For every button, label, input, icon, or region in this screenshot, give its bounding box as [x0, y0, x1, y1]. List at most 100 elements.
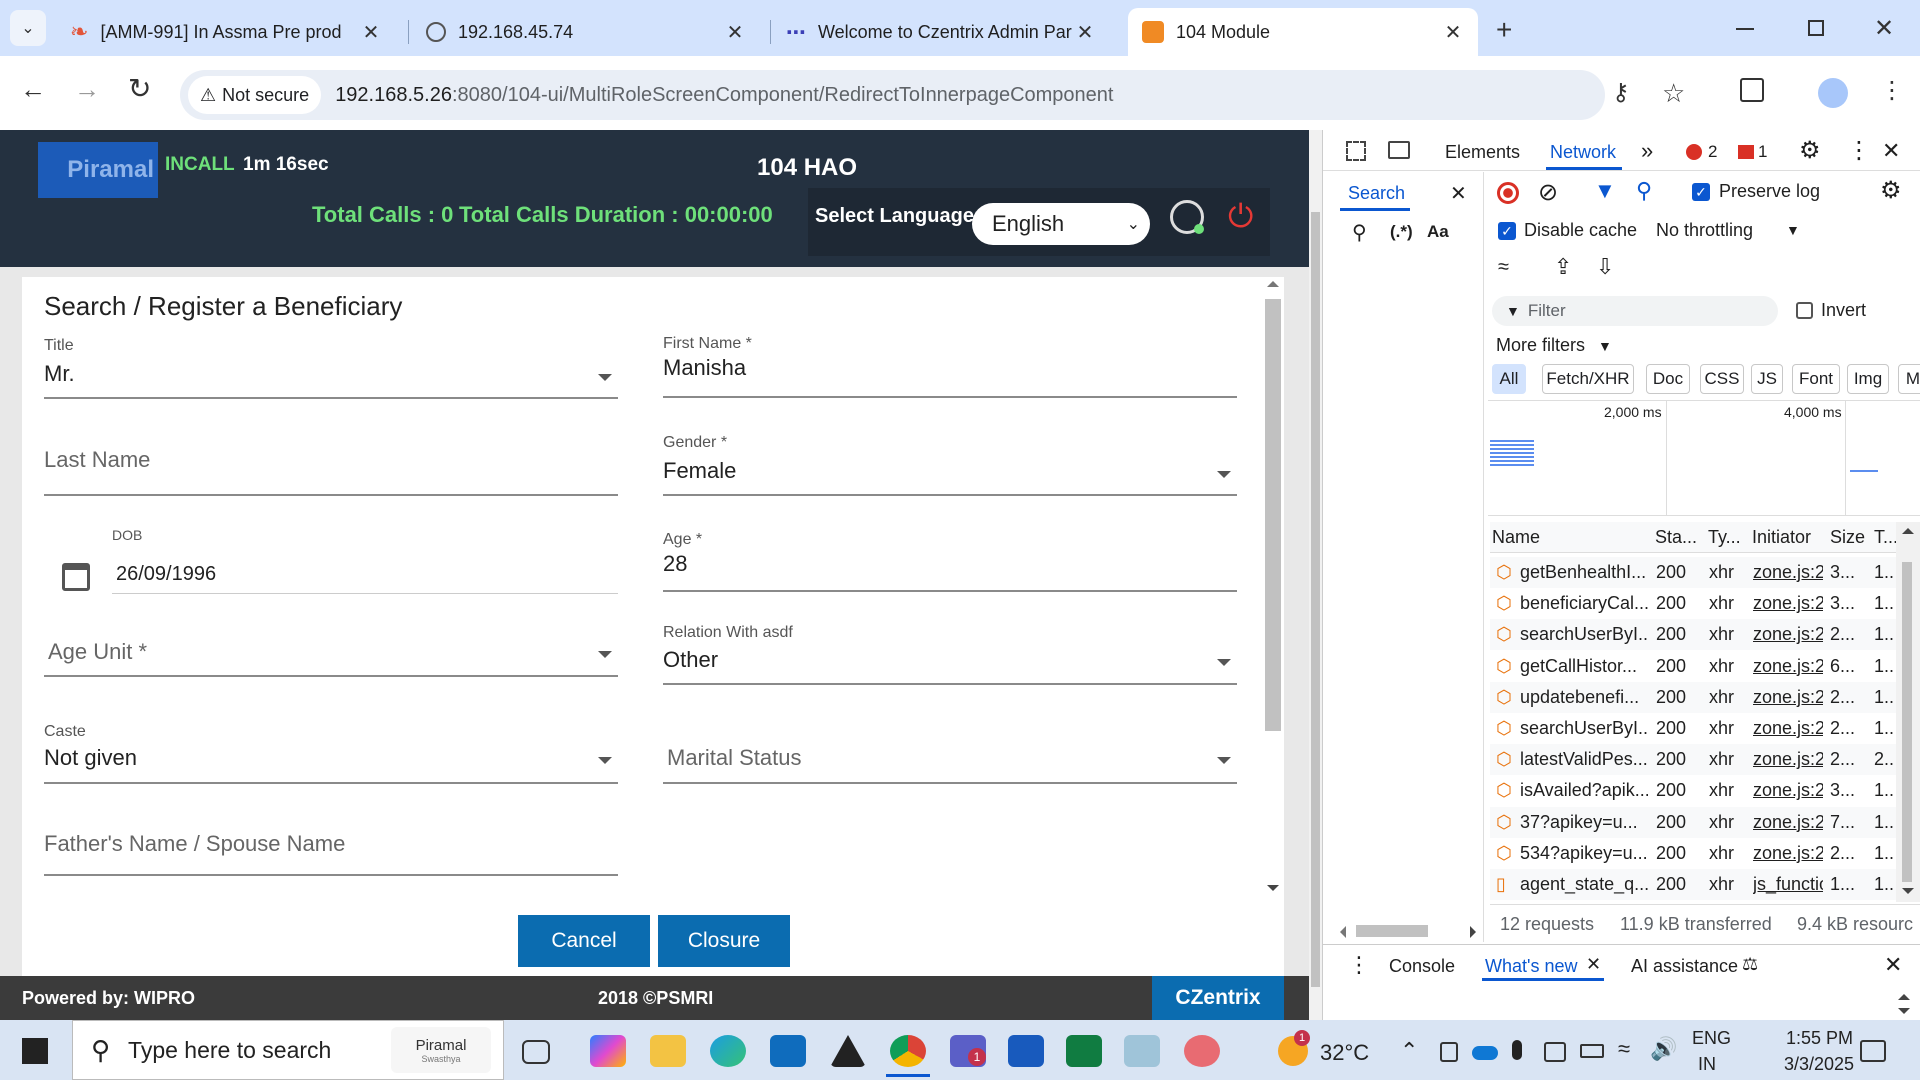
device-toolbar-icon[interactable] [1388, 141, 1410, 159]
volume-icon[interactable]: 🔊 [1650, 1036, 1677, 1062]
cell-initiator[interactable]: zone.js:2 [1753, 593, 1823, 614]
close-devtools-icon[interactable]: ✕ [1882, 138, 1900, 164]
father-spouse-name-input[interactable]: Father's Name / Spouse Name [44, 831, 345, 857]
age-input[interactable]: 28 [663, 551, 687, 577]
cell-initiator[interactable]: zone.js:2 [1753, 812, 1823, 833]
minimize-icon[interactable] [1736, 28, 1754, 30]
notepad-icon[interactable] [1124, 1035, 1160, 1067]
disable-cache-checkbox[interactable]: ✓ [1498, 222, 1516, 240]
cell-initiator[interactable]: zone.js:2 [1753, 687, 1823, 708]
tray-device-icon[interactable] [1544, 1042, 1566, 1062]
notifications-icon[interactable] [1860, 1040, 1886, 1062]
battery-icon[interactable] [1580, 1044, 1604, 1058]
filter-chip-font[interactable]: Font [1792, 364, 1840, 394]
drawer-scroll-up-icon[interactable] [1898, 994, 1910, 1000]
age-unit-select[interactable]: Age Unit * [44, 635, 618, 675]
col-size[interactable]: Size [1830, 527, 1865, 548]
cell-initiator[interactable]: zone.js:2 [1753, 718, 1823, 739]
tab-search-button[interactable]: ⌄ [10, 10, 46, 46]
taskbar-search-box[interactable]: ⚲ Type here to search Piramal Swasthya [72, 1020, 504, 1080]
scroll-down-icon[interactable] [1902, 888, 1914, 894]
settings-gear-icon[interactable]: ⚙ [1799, 136, 1821, 165]
search-icon[interactable]: ⚲ [1352, 220, 1367, 245]
clock-time[interactable]: 1:55 PM [1786, 1028, 1853, 1049]
col-type[interactable]: Ty... [1708, 527, 1741, 548]
cell-initiator[interactable]: zone.js:2 [1753, 656, 1823, 677]
table-row[interactable]: ▯ agent_state_q... 200 xhr js_functio 1... 1..… [1490, 869, 1920, 900]
cell-initiator[interactable]: zone.js:2 [1753, 843, 1823, 864]
language-indicator-1[interactable]: ENG [1692, 1028, 1731, 1049]
dob-input[interactable]: 26/09/1996 [116, 563, 216, 586]
sidebar-hscrollbar[interactable] [1336, 922, 1482, 940]
table-row[interactable]: ⬡ beneficiaryCal... 200 xhr zone.js:2 3... 1..… [1490, 588, 1920, 620]
table-row[interactable]: ⬡ getBenhealthI... 200 xhr zone.js:2 3... 1... [1490, 557, 1920, 588]
gender-select[interactable]: Female [663, 453, 1237, 493]
password-key-icon[interactable]: ⚷ [1612, 78, 1630, 107]
network-search-icon[interactable]: ⚲ [1636, 178, 1652, 204]
last-name-input[interactable]: Last Name [44, 447, 150, 473]
scroll-right-icon[interactable] [1470, 926, 1476, 938]
devtools-menu-icon[interactable]: ⋮ [1847, 136, 1871, 165]
file-explorer-icon[interactable] [650, 1035, 686, 1067]
caste-select[interactable]: Not given [44, 743, 618, 783]
preserve-log-checkbox[interactable]: ✓ [1692, 183, 1710, 201]
security-chip[interactable]: ⚠ Not secure [188, 76, 322, 114]
tab-czentrix[interactable]: ⋯ Welcome to Czentrix Admin Par ✕ [772, 8, 1110, 56]
onedrive-icon[interactable] [1472, 1046, 1498, 1060]
close-icon[interactable]: ✕ [724, 20, 746, 45]
close-window-icon[interactable]: ✕ [1874, 14, 1894, 43]
devtools-tab-elements[interactable]: Elements [1445, 142, 1520, 163]
filter-chip-img[interactable]: Img [1847, 364, 1889, 394]
filter-chip-css[interactable]: CSS [1700, 364, 1744, 394]
marital-status-select[interactable]: Marital Status [663, 743, 1237, 783]
tray-chevron-icon[interactable]: ⌃ [1400, 1038, 1418, 1064]
chrome-icon[interactable] [890, 1035, 926, 1067]
extensions-icon[interactable] [1740, 78, 1764, 102]
snipping-tool-icon[interactable] [1184, 1035, 1220, 1067]
clear-icon[interactable]: ⊘ [1538, 178, 1558, 207]
tab-ip[interactable]: 192.168.45.74 ✕ [412, 8, 760, 56]
calendar-icon[interactable] [62, 563, 90, 591]
close-icon[interactable]: ✕ [1074, 20, 1096, 45]
scroll-left-icon[interactable] [1340, 926, 1346, 938]
close-icon[interactable]: ✕ [1442, 20, 1464, 45]
inspect-element-icon[interactable] [1346, 141, 1366, 161]
throttling-select[interactable]: No throttling [1656, 220, 1753, 241]
closure-button[interactable]: Closure [658, 915, 790, 967]
word-icon[interactable] [1008, 1035, 1044, 1067]
forward-icon[interactable]: → [74, 74, 100, 105]
close-drawer-icon[interactable]: ✕ [1884, 952, 1902, 978]
language-indicator-2[interactable]: IN [1698, 1054, 1716, 1075]
table-scrollbar[interactable] [1896, 522, 1920, 902]
regex-toggle[interactable]: (.*) [1390, 222, 1413, 242]
filter-chip-more[interactable]: M [1898, 364, 1920, 394]
scroll-up-icon[interactable] [1267, 281, 1279, 287]
table-row[interactable]: ⬡ getCallHistor... 200 xhr zone.js:2 6... 1... [1490, 650, 1920, 682]
search-tab[interactable]: Search [1348, 183, 1405, 204]
import-har-icon[interactable]: ⇪ [1554, 254, 1572, 280]
language-select[interactable]: English ⌄ [972, 203, 1150, 245]
network-overview[interactable] [1488, 400, 1920, 516]
issue-icon[interactable] [1738, 145, 1754, 159]
scroll-thumb[interactable] [1265, 299, 1281, 731]
cancel-button[interactable]: Cancel [518, 915, 650, 967]
logout-power-icon[interactable]: ⏻ [1228, 198, 1253, 236]
scroll-down-icon[interactable] [1267, 885, 1279, 891]
scroll-up-icon[interactable] [1902, 528, 1914, 534]
chrome-menu-icon[interactable]: ⋮ [1880, 76, 1904, 105]
filter-chip-fetch-xhr[interactable]: Fetch/XHR [1542, 364, 1634, 394]
cell-initiator[interactable]: zone.js:2 [1753, 562, 1823, 583]
task-view-icon[interactable] [522, 1040, 550, 1064]
table-scroll-thumb[interactable] [1902, 562, 1912, 882]
filter-chip-all[interactable]: All [1492, 364, 1526, 394]
col-name[interactable]: Name [1492, 527, 1540, 548]
tray-app-icon[interactable] [1440, 1042, 1458, 1062]
reload-icon[interactable]: ↻ [128, 72, 151, 105]
drawer-tab-whats-new[interactable]: What's new [1485, 956, 1577, 977]
relation-select[interactable]: Other [663, 643, 1237, 683]
cell-initiator[interactable]: js_functio [1753, 874, 1823, 895]
windows-start-icon[interactable] [22, 1038, 48, 1064]
clock-date[interactable]: 3/3/2025 [1784, 1054, 1854, 1075]
tab-amm991[interactable]: ❧ [AMM-991] In Assma Pre prod ✕ [56, 8, 396, 56]
table-row[interactable]: ⬡ latestValidPes... 200 xhr zone.js:2 2... 2..… [1490, 744, 1920, 776]
